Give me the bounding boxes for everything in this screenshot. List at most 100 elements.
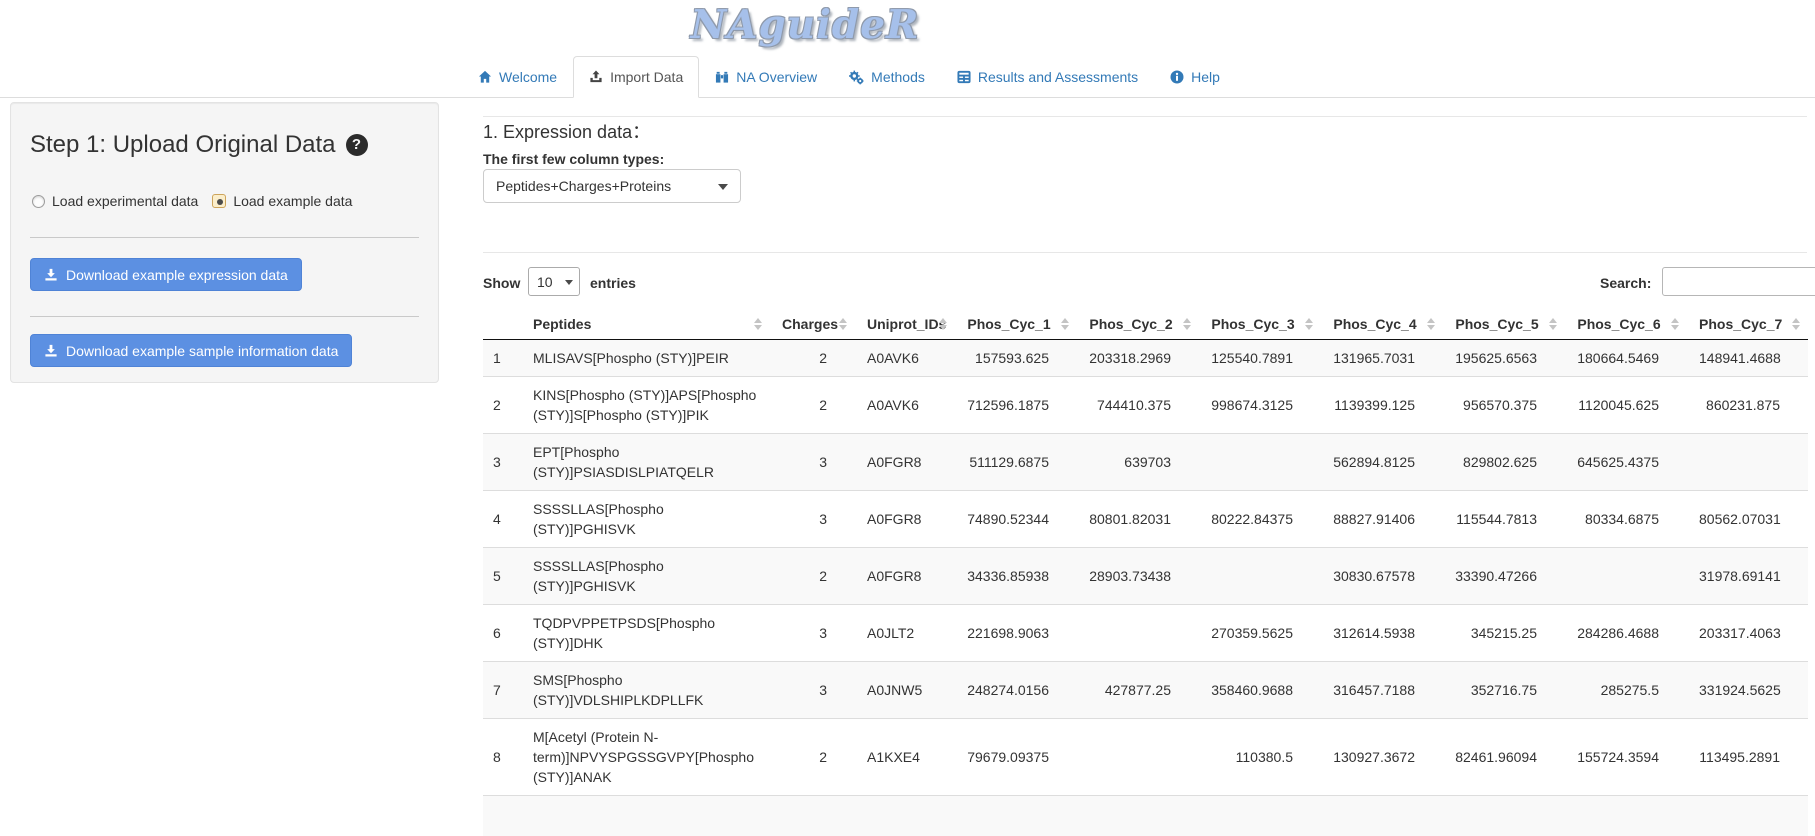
column-header-label: Phos_Cyc_3 xyxy=(1211,316,1294,332)
charges-cell: 3 xyxy=(770,605,855,662)
entries-suffix-label: entries xyxy=(590,275,636,291)
value-cell: 155724.3594 xyxy=(1565,719,1687,796)
value-cell: 829802.625 xyxy=(1443,434,1565,491)
table-header-row: PeptidesChargesUniprot_IDsPhos_Cyc_1Phos… xyxy=(483,309,1808,340)
radio-load-experimental-data[interactable]: Load experimental data xyxy=(32,193,198,209)
nav-tab-na-overview[interactable]: NA Overview xyxy=(699,56,833,98)
value-cell: 82461.96094 xyxy=(1443,719,1565,796)
divider xyxy=(30,237,419,238)
nav-tab-label: Welcome xyxy=(499,67,557,87)
uniprot-cell: A0AVK6 xyxy=(855,377,955,434)
uniprot-cell: A0JLT2 xyxy=(855,605,955,662)
peptide-cell: KINS[Phospho (STY)]APS[Phospho (STY)]S[P… xyxy=(521,377,770,434)
value-cell: 248274.0156 xyxy=(955,662,1077,719)
column-header-Phos_Cyc_5[interactable]: Phos_Cyc_5 xyxy=(1443,309,1565,340)
value-cell xyxy=(1077,605,1199,662)
data-source-radio-group: Load experimental data Load example data xyxy=(32,193,352,209)
binoculars-icon xyxy=(715,70,729,84)
sort-icon[interactable] xyxy=(839,318,847,330)
column-header-Phos_Cyc_3[interactable]: Phos_Cyc_3 xyxy=(1199,309,1321,340)
table-row-partial xyxy=(483,796,1808,836)
nav-tab-welcome[interactable]: Welcome xyxy=(462,56,573,98)
search-label: Search: xyxy=(1600,275,1651,291)
value-cell: 270359.5625 xyxy=(1199,605,1321,662)
radio-unchecked-icon[interactable] xyxy=(32,195,45,208)
column-header-label: Phos_Cyc_7 xyxy=(1699,316,1782,332)
nav-tab-import-data[interactable]: Import Data xyxy=(573,56,699,98)
download-icon xyxy=(44,268,58,282)
column-header-Charges[interactable]: Charges xyxy=(770,309,855,340)
uniprot-cell: A0FGR8 xyxy=(855,548,955,605)
charges-cell: 3 xyxy=(770,662,855,719)
column-header-Uniprot_IDs[interactable]: Uniprot_IDs xyxy=(855,309,955,340)
value-cell xyxy=(1077,719,1199,796)
sort-icon[interactable] xyxy=(1305,318,1313,330)
value-cell: 28903.73438 xyxy=(1077,548,1199,605)
column-header-Phos_Cyc_6[interactable]: Phos_Cyc_6 xyxy=(1565,309,1687,340)
chevron-down-icon xyxy=(565,280,573,285)
sort-icon[interactable] xyxy=(1427,318,1435,330)
column-header-Phos_Cyc_2[interactable]: Phos_Cyc_2 xyxy=(1077,309,1199,340)
row-number-cell: 4 xyxy=(483,491,521,548)
value-cell: 331924.5625 xyxy=(1687,662,1808,719)
sort-icon[interactable] xyxy=(1792,318,1800,330)
column-header-label: Peptides xyxy=(533,316,591,332)
divider xyxy=(483,252,1807,253)
sort-icon[interactable] xyxy=(1671,318,1679,330)
value-cell: 1120045.625 xyxy=(1565,377,1687,434)
sidebar-panel: Step 1: Upload Original Data Load experi… xyxy=(10,102,439,383)
entries-per-page-select[interactable]: 10 xyxy=(528,267,580,296)
column-header-rownum xyxy=(483,309,521,340)
nav-tab-results-assessments[interactable]: Results and Assessments xyxy=(941,56,1154,98)
value-cell: 345215.25 xyxy=(1443,605,1565,662)
sort-icon[interactable] xyxy=(1183,318,1191,330)
value-cell: 113495.2891 xyxy=(1687,719,1808,796)
charges-cell: 2 xyxy=(770,377,855,434)
chevron-down-icon xyxy=(718,184,728,190)
value-cell: 203317.4063 xyxy=(1687,605,1808,662)
nav-tab-label: Methods xyxy=(871,67,925,87)
nav-tab-help[interactable]: Help xyxy=(1154,56,1236,98)
upload-icon xyxy=(589,70,603,84)
value-cell: 110380.5 xyxy=(1199,719,1321,796)
value-cell: 30830.67578 xyxy=(1321,548,1443,605)
row-number-cell: 8 xyxy=(483,719,521,796)
column-header-Peptides[interactable]: Peptides xyxy=(521,309,770,340)
search-input[interactable] xyxy=(1662,267,1815,296)
table-row: 6TQDPVPPETPSDS[Phospho (STY)]DHK3A0JLT2 2… xyxy=(483,605,1808,662)
column-types-select[interactable]: Peptides+Charges+Proteins xyxy=(483,169,741,203)
uniprot-cell: A0JNW5 xyxy=(855,662,955,719)
sort-icon[interactable] xyxy=(1549,318,1557,330)
sort-icon[interactable] xyxy=(939,318,947,330)
sort-icon[interactable] xyxy=(754,318,762,330)
download-icon xyxy=(44,344,58,358)
step1-title: Step 1: Upload Original Data xyxy=(30,131,368,159)
nav-tab-methods[interactable]: Methods xyxy=(833,56,941,98)
value-cell: 744410.375 xyxy=(1077,377,1199,434)
value-cell: 115544.7813 xyxy=(1443,491,1565,548)
value-cell: 316457.7188 xyxy=(1321,662,1443,719)
home-icon xyxy=(478,70,492,84)
charges-cell: 2 xyxy=(770,719,855,796)
value-cell: 157593.625 xyxy=(955,340,1077,377)
peptide-cell: TQDPVPPETPSDS[Phospho (STY)]DHK xyxy=(521,605,770,662)
column-header-Phos_Cyc_1[interactable]: Phos_Cyc_1 xyxy=(955,309,1077,340)
row-number-cell: 6 xyxy=(483,605,521,662)
table-icon xyxy=(957,70,971,84)
question-circle-icon[interactable] xyxy=(346,134,368,156)
download-sample-information-button[interactable]: Download example sample information data xyxy=(30,334,352,367)
download-expression-data-button[interactable]: Download example expression data xyxy=(30,258,302,291)
value-cell: 33390.47266 xyxy=(1443,548,1565,605)
charges-cell: 3 xyxy=(770,491,855,548)
radio-load-example-data[interactable]: Load example data xyxy=(212,193,352,209)
radio-checked-icon[interactable] xyxy=(212,194,226,208)
value-cell: 130927.3672 xyxy=(1321,719,1443,796)
value-cell: 80562.07031 xyxy=(1687,491,1808,548)
column-types-label: The first few column types: xyxy=(483,151,664,167)
charges-cell: 2 xyxy=(770,340,855,377)
peptide-cell: SSSSLLAS[Phospho (STY)]PGHISVK xyxy=(521,491,770,548)
column-header-Phos_Cyc_4[interactable]: Phos_Cyc_4 xyxy=(1321,309,1443,340)
column-header-Phos_Cyc_7[interactable]: Phos_Cyc_7 xyxy=(1687,309,1808,340)
charges-cell: 3 xyxy=(770,434,855,491)
sort-icon[interactable] xyxy=(1061,318,1069,330)
